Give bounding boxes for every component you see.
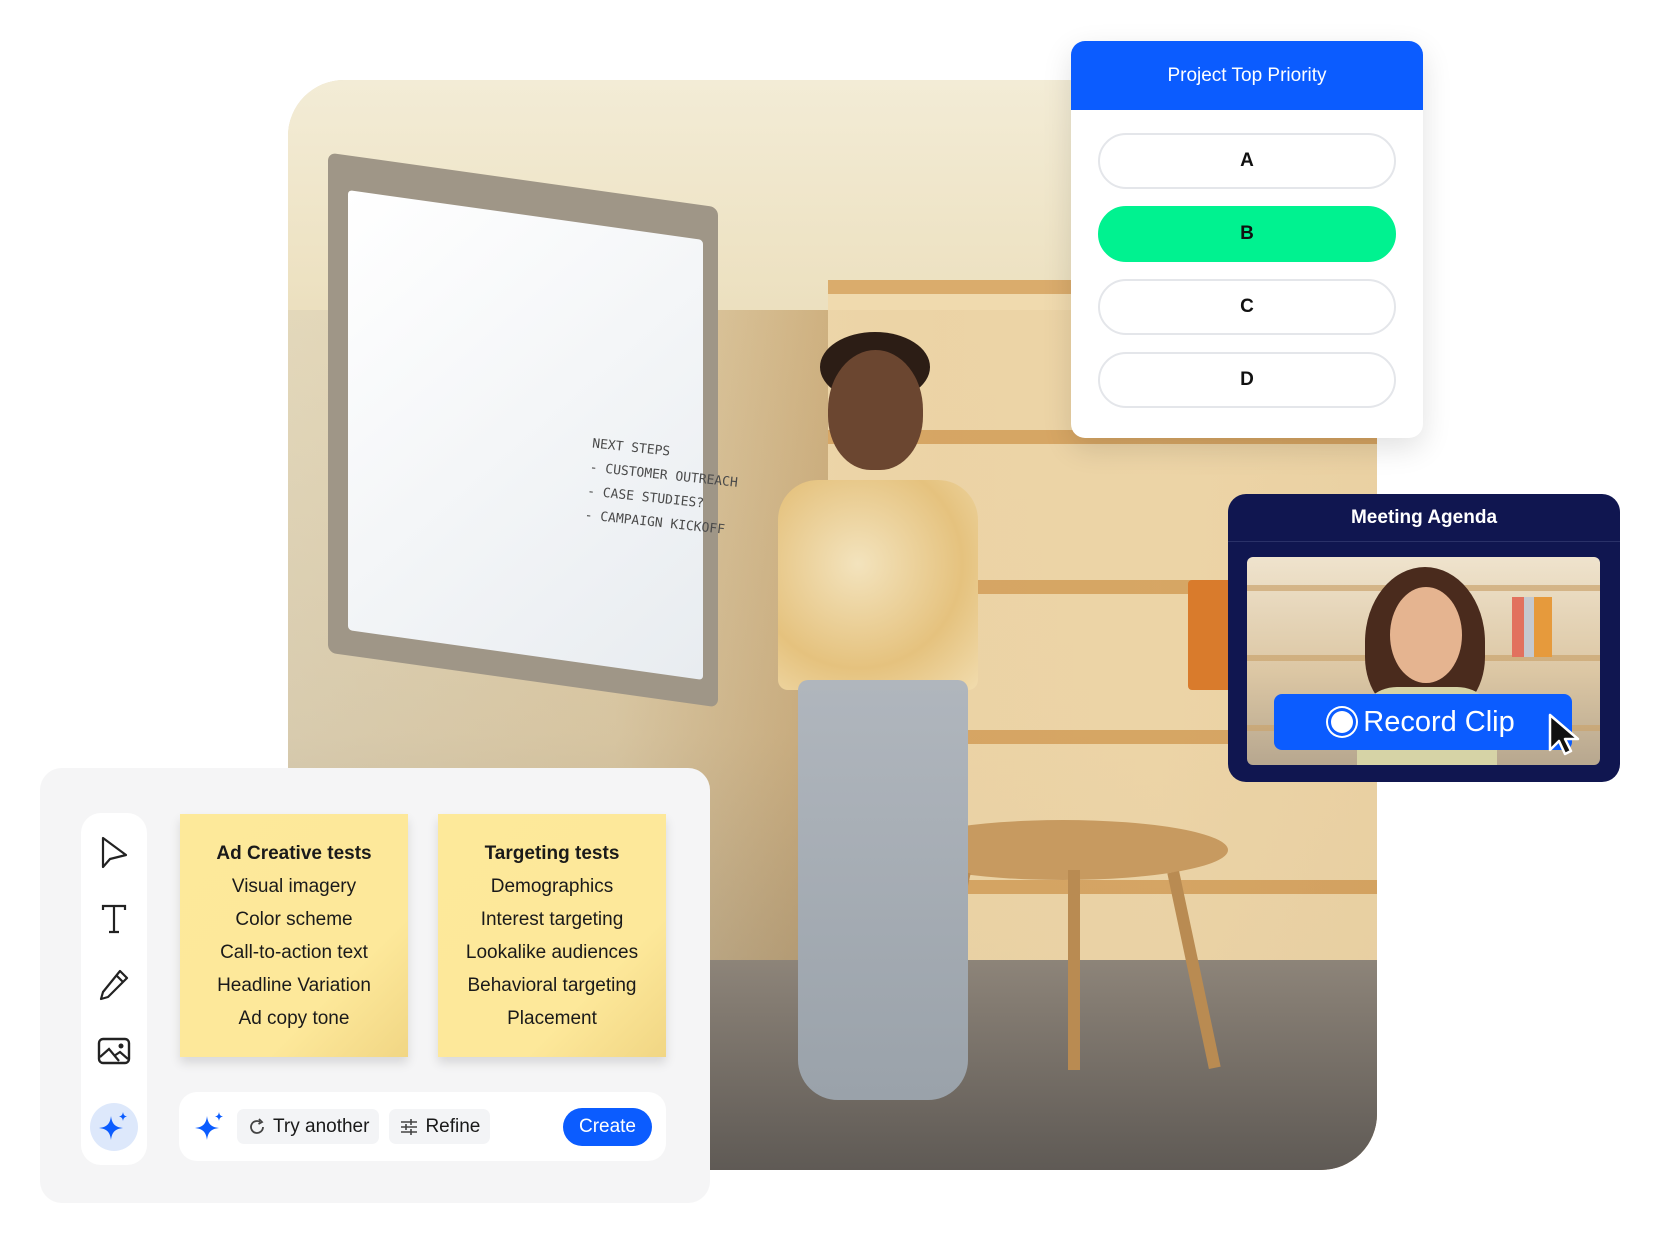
sticky-item: Placement xyxy=(507,1007,597,1029)
poll-title: Project Top Priority xyxy=(1071,41,1423,110)
try-another-button[interactable]: Try another xyxy=(237,1109,380,1144)
agenda-title: Meeting Agenda xyxy=(1228,494,1620,542)
presenter-pants xyxy=(798,680,968,1100)
record-clip-button[interactable]: Record Clip xyxy=(1274,694,1572,750)
sticky-note-ad-creative[interactable]: Ad Creative tests Visual imagery Color s… xyxy=(180,814,408,1057)
sticky-item: Headline Variation xyxy=(217,974,371,996)
whiteboard-toolbar xyxy=(81,813,147,1165)
refresh-icon xyxy=(250,1117,264,1134)
sparkle-icon xyxy=(99,1112,127,1140)
video-person-face xyxy=(1390,587,1462,683)
try-another-label: Try another xyxy=(273,1115,370,1137)
ai-tool-button[interactable] xyxy=(90,1103,138,1151)
pen-tool-button[interactable] xyxy=(94,965,134,1005)
image-tool-button[interactable] xyxy=(94,1031,134,1071)
record-clip-label: Record Clip xyxy=(1363,705,1515,738)
photo-table-leg xyxy=(1068,870,1080,1070)
poll-option-d[interactable]: D xyxy=(1098,352,1396,408)
photo-display-screen xyxy=(348,190,703,680)
sticky-note-targeting[interactable]: Targeting tests Demographics Interest ta… xyxy=(438,814,666,1057)
refine-button[interactable]: Refine xyxy=(389,1109,491,1144)
poll-option-a[interactable]: A xyxy=(1098,133,1396,189)
sticky-item: Visual imagery xyxy=(231,875,357,897)
poll-options: A B C D xyxy=(1071,110,1423,408)
sliders-icon xyxy=(401,1118,418,1135)
pointer-cursor-icon xyxy=(1548,713,1580,756)
poll-option-c[interactable]: C xyxy=(1098,279,1396,335)
whiteboard-panel: Ad Creative tests Visual imagery Color s… xyxy=(40,768,710,1203)
create-button[interactable]: Create xyxy=(562,1107,652,1146)
sticky-title: Targeting tests xyxy=(484,842,620,864)
select-tool-button[interactable] xyxy=(94,833,134,873)
pointer-arrow-icon xyxy=(101,836,128,869)
sticky-item: Color scheme xyxy=(235,908,353,930)
sparkle-icon xyxy=(195,1111,223,1140)
refine-label: Refine xyxy=(425,1115,481,1137)
ai-action-bar: Try another Refine Create xyxy=(179,1092,666,1161)
sticky-item: Demographics xyxy=(490,875,614,897)
record-circle-icon xyxy=(1331,711,1354,733)
text-tool-button[interactable] xyxy=(94,899,134,939)
sticky-item: Interest targeting xyxy=(480,908,624,930)
whiteboard-notes: NEXT STEPS - CUSTOMER OUTREACH - CASE ST… xyxy=(583,432,741,543)
video-books xyxy=(1512,597,1552,657)
sticky-item: Lookalike audiences xyxy=(465,941,639,963)
poll-card: Project Top Priority A B C D xyxy=(1071,41,1423,438)
sticky-item: Behavioral targeting xyxy=(467,974,637,996)
meeting-agenda-card: Meeting Agenda Record Clip xyxy=(1228,494,1620,782)
video-preview: Record Clip xyxy=(1247,557,1600,765)
presenter-head xyxy=(828,350,923,470)
photo-presenter xyxy=(758,280,988,1150)
sticky-title: Ad Creative tests xyxy=(216,842,372,864)
presenter-top xyxy=(778,480,978,690)
image-icon xyxy=(97,1037,131,1065)
sticky-item: Call-to-action text xyxy=(220,941,368,963)
text-t-icon xyxy=(101,904,127,934)
sticky-item: Ad copy tone xyxy=(238,1007,350,1029)
poll-option-b[interactable]: B xyxy=(1098,206,1396,262)
pencil-icon xyxy=(99,969,129,1001)
